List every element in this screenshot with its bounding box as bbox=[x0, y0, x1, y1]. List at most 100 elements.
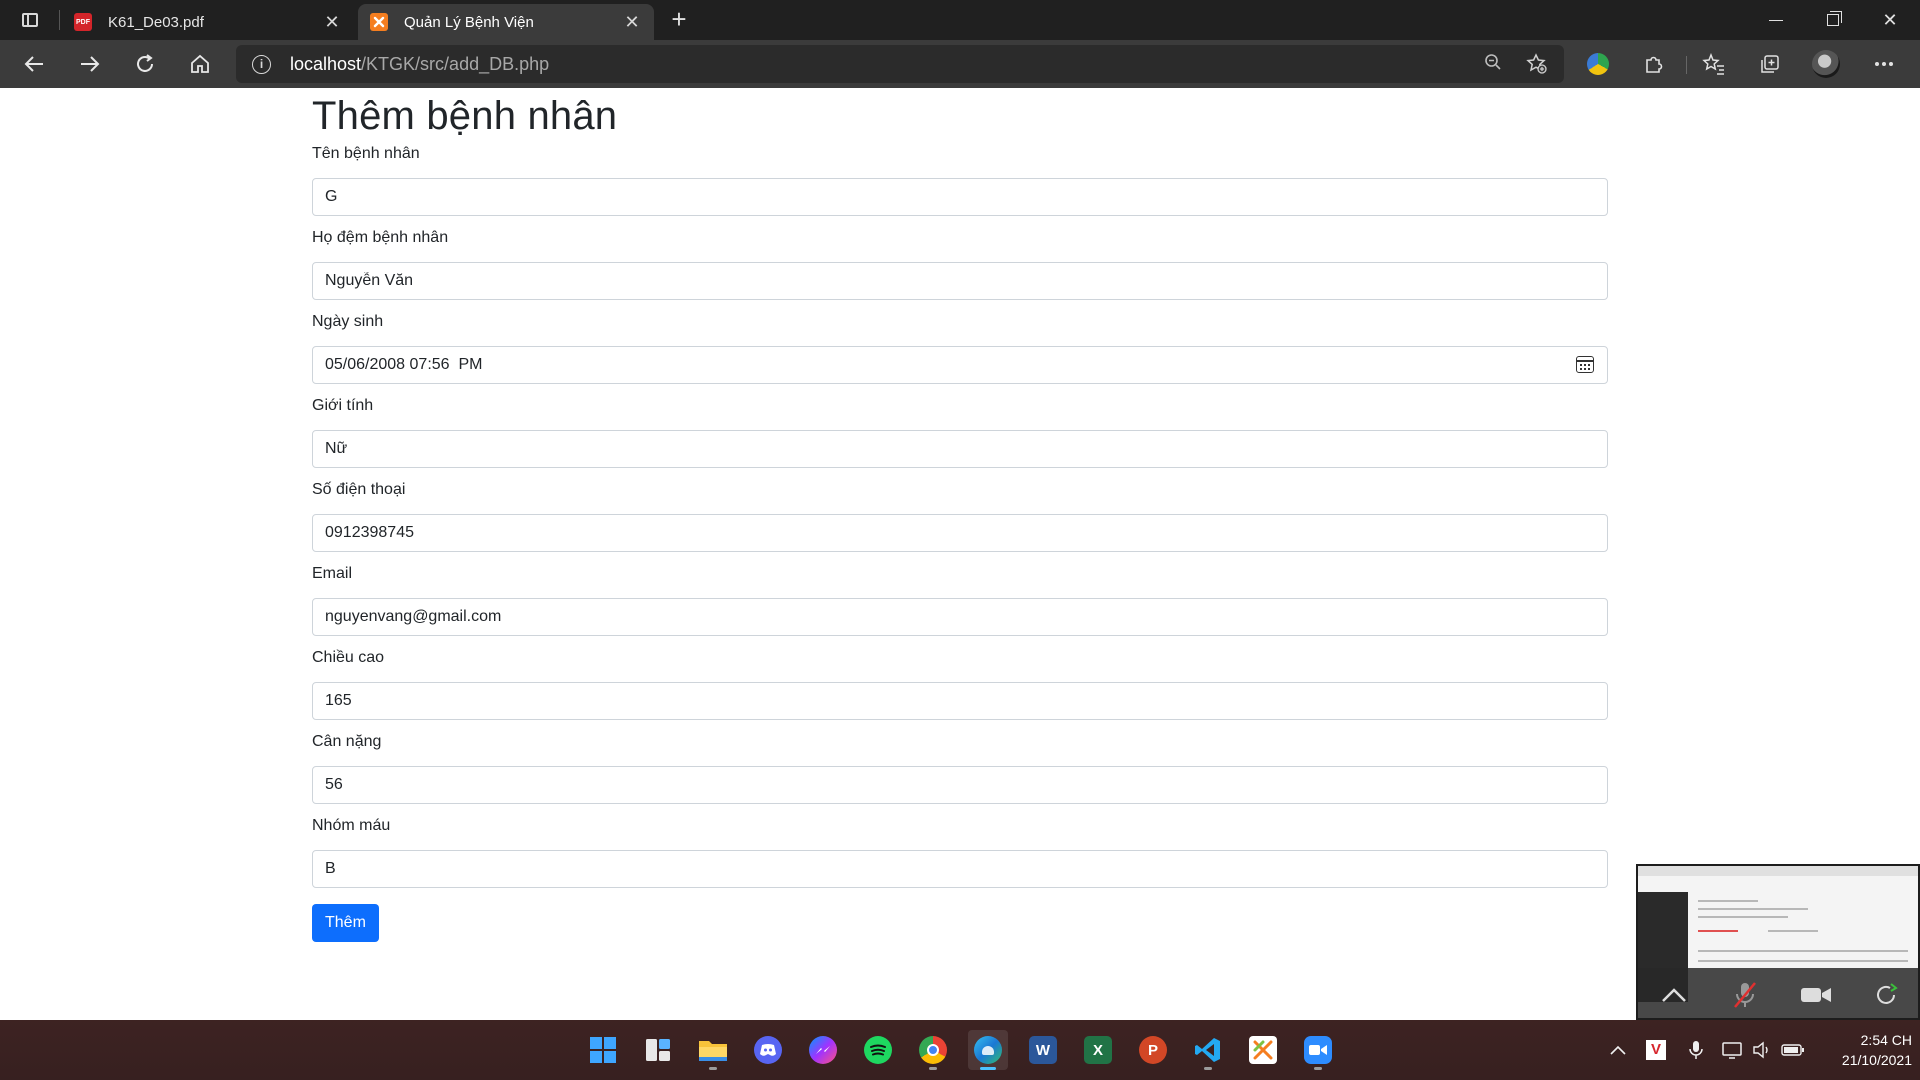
new-tab-button[interactable]: + bbox=[664, 6, 694, 34]
tab-title: K61_De03.pdf bbox=[108, 13, 204, 31]
microphone-icon[interactable] bbox=[1684, 1030, 1708, 1070]
add-patient-form: Thêm bệnh nhân Tên bệnh nhân Họ đệm bệnh… bbox=[312, 88, 1608, 942]
edge-icon[interactable] bbox=[968, 1030, 1008, 1070]
close-icon[interactable]: ✕ bbox=[622, 12, 642, 32]
height-input[interactable] bbox=[312, 682, 1608, 720]
info-icon[interactable]: i bbox=[252, 55, 271, 74]
extensions-icon[interactable] bbox=[1640, 50, 1668, 78]
restore-icon bbox=[1827, 11, 1842, 26]
phone-input[interactable] bbox=[312, 514, 1608, 552]
powerpoint-icon[interactable]: P bbox=[1133, 1030, 1173, 1070]
address-bar[interactable]: i localhost/KTGK/src/add_DB.php bbox=[236, 45, 1564, 83]
first-name-input[interactable] bbox=[312, 178, 1608, 216]
birthdate-wrapper bbox=[312, 346, 1608, 384]
zoom-icon[interactable] bbox=[1482, 53, 1504, 75]
windows-start-icon[interactable] bbox=[583, 1030, 623, 1070]
xampp-icon[interactable] bbox=[1243, 1030, 1283, 1070]
minimize-button[interactable] bbox=[1748, 0, 1804, 40]
tab-actions-button[interactable] bbox=[14, 8, 46, 32]
chrome-icon[interactable] bbox=[913, 1030, 953, 1070]
field-gender: Giới tính bbox=[312, 394, 1608, 468]
field-label: Tên bệnh nhân bbox=[312, 145, 420, 162]
tab-actions-icon bbox=[22, 13, 38, 27]
windows-taskbar: W X P V 2:54 CH 21/10/2021 bbox=[0, 1020, 1920, 1080]
more-options-icon[interactable] bbox=[1870, 50, 1898, 78]
profile-avatar[interactable] bbox=[1812, 50, 1840, 78]
shared-screen-thumbnail bbox=[1638, 866, 1918, 1002]
battery-icon[interactable] bbox=[1778, 1030, 1808, 1070]
home-button[interactable] bbox=[182, 46, 218, 82]
refresh-icon bbox=[137, 54, 153, 72]
volume-icon[interactable] bbox=[1750, 1030, 1774, 1070]
clock-time: 2:54 CH bbox=[1860, 1032, 1912, 1048]
back-arrow-icon bbox=[24, 56, 43, 72]
word-icon[interactable]: W bbox=[1023, 1030, 1063, 1070]
file-explorer-icon[interactable] bbox=[693, 1030, 733, 1070]
field-middle-name: Họ đệm bệnh nhân bbox=[312, 226, 1608, 300]
restore-button[interactable] bbox=[1805, 0, 1861, 40]
vivaldi-tray-icon[interactable]: V bbox=[1642, 1030, 1670, 1070]
birthdate-input[interactable] bbox=[312, 346, 1608, 384]
minimize-icon bbox=[1769, 19, 1783, 21]
tab-hospital[interactable]: Quản Lý Bệnh Viện ✕ bbox=[358, 4, 654, 40]
close-icon[interactable]: ✕ bbox=[322, 12, 342, 32]
close-window-button[interactable]: ✕ bbox=[1862, 0, 1918, 40]
field-email: Email bbox=[312, 562, 1608, 636]
url-text[interactable]: localhost/KTGK/src/add_DB.php bbox=[290, 54, 549, 75]
tab-pdf[interactable]: PDF K61_De03.pdf ✕ bbox=[62, 4, 354, 40]
system-clock[interactable]: 2:54 CH 21/10/2021 bbox=[1812, 1030, 1912, 1070]
field-birthdate: Ngày sinh bbox=[312, 310, 1608, 384]
submit-button[interactable]: Thêm bbox=[312, 904, 379, 942]
mic-muted-icon[interactable] bbox=[1725, 975, 1765, 1015]
meeting-controls bbox=[1638, 968, 1918, 1018]
url-path: /KTGK/src/add_DB.php bbox=[361, 54, 550, 74]
field-phone: Số điện thoại bbox=[312, 478, 1608, 552]
forward-arrow-icon bbox=[81, 56, 100, 72]
field-height: Chiều cao bbox=[312, 646, 1608, 720]
collections-icon[interactable] bbox=[1756, 50, 1784, 78]
home-icon bbox=[191, 54, 209, 73]
tab-separator bbox=[59, 10, 60, 30]
browser-toolbar: i localhost/KTGK/src/add_DB.php bbox=[0, 40, 1920, 88]
network-icon[interactable] bbox=[1720, 1030, 1746, 1070]
toolbar-separator bbox=[1686, 56, 1687, 74]
xampp-icon bbox=[370, 13, 388, 31]
share-screen-icon[interactable] bbox=[1867, 975, 1907, 1015]
field-label: Số điện thoại bbox=[312, 481, 406, 498]
middle-name-input[interactable] bbox=[312, 262, 1608, 300]
chevron-up-icon[interactable] bbox=[1606, 1030, 1630, 1070]
extension-orb-icon[interactable] bbox=[1584, 50, 1612, 78]
excel-icon[interactable]: X bbox=[1078, 1030, 1118, 1070]
clock-date: 21/10/2021 bbox=[1841, 1052, 1912, 1068]
zoom-icon[interactable] bbox=[1298, 1030, 1338, 1070]
back-button[interactable] bbox=[16, 46, 52, 82]
browser-tab-bar: PDF K61_De03.pdf ✕ Quản Lý Bệnh Viện ✕ +… bbox=[0, 0, 1920, 40]
favorites-icon[interactable] bbox=[1700, 50, 1728, 78]
vscode-icon[interactable] bbox=[1188, 1030, 1228, 1070]
calendar-icon[interactable] bbox=[1576, 356, 1594, 373]
field-label: Ngày sinh bbox=[312, 313, 384, 330]
spotify-icon[interactable] bbox=[858, 1030, 898, 1070]
messenger-icon[interactable] bbox=[803, 1030, 843, 1070]
email-input[interactable] bbox=[312, 598, 1608, 636]
field-label: Nhóm máu bbox=[312, 817, 391, 834]
add-favorite-icon[interactable] bbox=[1526, 53, 1548, 75]
blood-type-input[interactable] bbox=[312, 850, 1608, 888]
page-title: Thêm bệnh nhân bbox=[312, 94, 618, 138]
discord-icon[interactable] bbox=[748, 1030, 788, 1070]
field-weight: Cân nặng bbox=[312, 730, 1608, 804]
task-view-icon[interactable] bbox=[638, 1030, 678, 1070]
meeting-video-preview[interactable] bbox=[1636, 864, 1920, 1020]
tab-title: Quản Lý Bệnh Viện bbox=[404, 13, 534, 31]
gender-input[interactable] bbox=[312, 430, 1608, 468]
field-first-name: Tên bệnh nhân bbox=[312, 142, 1608, 216]
video-camera-icon[interactable] bbox=[1796, 975, 1836, 1015]
field-label: Họ đệm bệnh nhân bbox=[312, 229, 449, 246]
forward-button[interactable] bbox=[72, 46, 108, 82]
pdf-icon: PDF bbox=[74, 13, 92, 31]
refresh-button[interactable] bbox=[127, 46, 163, 82]
chevron-up-icon[interactable] bbox=[1654, 975, 1694, 1015]
field-label: Email bbox=[312, 565, 353, 582]
field-label: Chiều cao bbox=[312, 649, 385, 666]
weight-input[interactable] bbox=[312, 766, 1608, 804]
